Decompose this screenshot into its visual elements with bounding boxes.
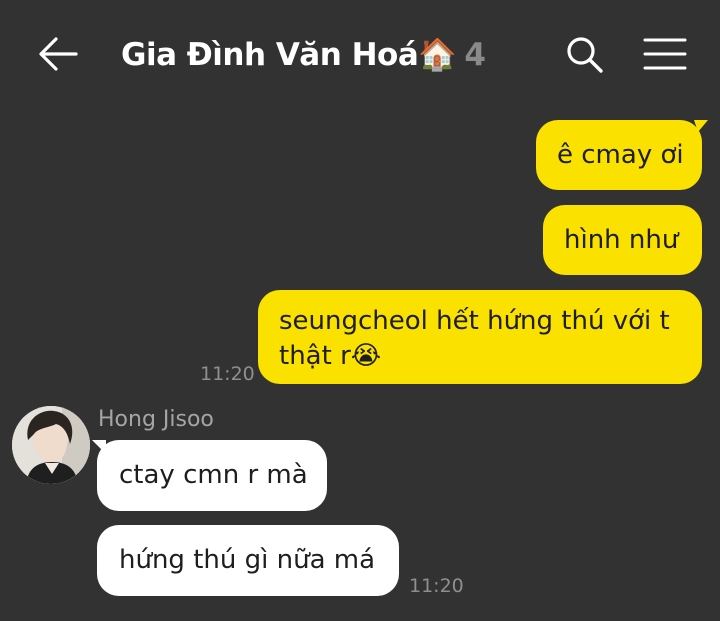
menu-button[interactable] (642, 36, 688, 74)
outgoing-message[interactable]: ê cmay ơi (536, 120, 702, 190)
message-text: thật r (279, 341, 351, 371)
message-text: ê cmay ơi (557, 140, 684, 170)
sender-name: Hong Jisoo (98, 407, 214, 432)
chat-title-text: Gia Đình Văn Hoá (121, 37, 419, 73)
hamburger-menu-icon (643, 38, 687, 70)
chat-screen: Gia Đình Văn Hoá🏠 4 ê cmay ơi hình như se… (0, 0, 720, 621)
profile-photo-icon (12, 406, 90, 484)
message-timestamp: 11:20 (409, 575, 464, 597)
bubble-tail (694, 120, 708, 132)
message-text-line: thật r😭 (279, 339, 702, 374)
back-button[interactable] (36, 34, 80, 74)
search-button[interactable] (563, 34, 607, 74)
incoming-message[interactable]: hứng thú gì nữa má (97, 525, 399, 596)
crying-face-emoji-icon: 😭 (350, 341, 382, 371)
arrow-left-icon (39, 37, 78, 71)
chat-title: Gia Đình Văn Hoá🏠 4 (121, 33, 486, 77)
house-emoji-icon: 🏠 (418, 37, 457, 73)
message-text: ctay cmn r mà (119, 460, 308, 490)
message-text-line: seungcheol hết hứng thú với t (279, 306, 670, 336)
outgoing-message[interactable]: seungcheol hết hứng thú với t thật r😭 (258, 290, 702, 384)
message-timestamp: 11:20 (200, 363, 255, 385)
message-text: hứng thú gì nữa má (119, 545, 376, 575)
message-text: hình như (564, 225, 679, 255)
chat-header: Gia Đình Văn Hoá🏠 4 (0, 0, 720, 108)
incoming-message[interactable]: ctay cmn r mà (97, 440, 327, 511)
member-count: 4 (464, 37, 486, 73)
outgoing-message[interactable]: hình như (543, 205, 702, 275)
search-icon (567, 37, 603, 73)
avatar[interactable] (12, 406, 90, 484)
